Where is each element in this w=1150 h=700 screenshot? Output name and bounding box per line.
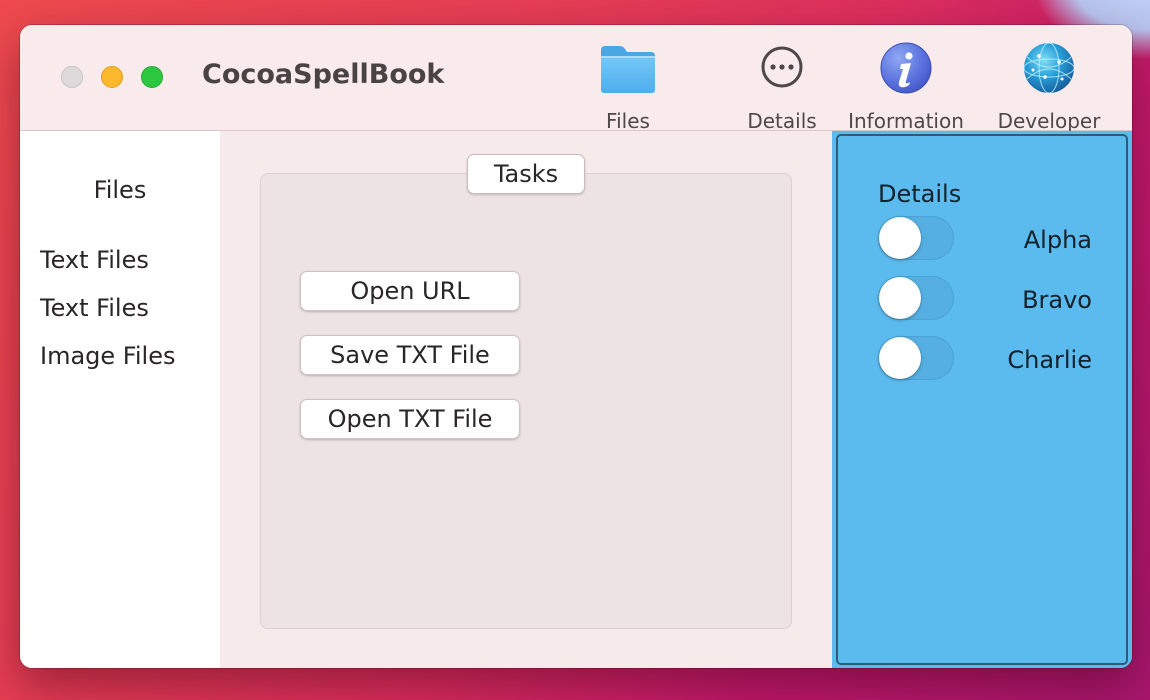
network-globe-icon (1019, 41, 1079, 101)
info-icon (876, 41, 936, 101)
toolbar-label-developer: Developer (997, 109, 1101, 133)
toolbar-item-information[interactable]: Information (836, 41, 976, 133)
sidebar-item-text-files-2[interactable]: Text Files (40, 294, 149, 322)
details-panel-border: Details Alpha Bravo Charlie (836, 134, 1128, 665)
sidebar-title: Files (93, 176, 147, 204)
sidebar-item-image-files[interactable]: Image Files (40, 342, 175, 370)
details-title: Details (878, 180, 962, 208)
open-txt-file-button[interactable]: Open TXT File (300, 399, 520, 439)
ellipsis-circle-icon (752, 41, 812, 101)
sidebar: Files Text Files Text Files Image Files (20, 131, 220, 668)
open-url-button[interactable]: Open URL (300, 271, 520, 311)
toolbar-label-information: Information (848, 109, 964, 133)
folder-icon (598, 41, 658, 101)
close-button[interactable] (61, 66, 83, 88)
charlie-toggle-label: Charlie (1007, 346, 1092, 374)
bravo-toggle[interactable] (878, 276, 954, 320)
window-title: CocoaSpellBook (202, 59, 445, 90)
main-content: Tasks Open URL Save TXT File Open TXT Fi… (220, 131, 832, 668)
toggle-knob (879, 337, 921, 379)
toolbar-item-developer[interactable]: Developer (986, 41, 1112, 133)
toolbar-label-details: Details (747, 109, 817, 133)
alpha-toggle-label: Alpha (1023, 226, 1092, 254)
app-window: CocoaSpellBook Files Details Information… (20, 25, 1132, 668)
alpha-toggle[interactable] (878, 216, 954, 260)
toolbar-item-files[interactable]: Files (588, 41, 668, 133)
save-txt-file-button[interactable]: Save TXT File (300, 335, 520, 375)
toggle-knob (879, 277, 921, 319)
minimize-button[interactable] (101, 66, 123, 88)
tasks-group-title: Tasks (467, 154, 585, 194)
title-bar: CocoaSpellBook Files Details Information… (20, 25, 1132, 133)
toggle-knob (879, 217, 921, 259)
bravo-toggle-label: Bravo (1022, 286, 1092, 314)
zoom-button[interactable] (141, 66, 163, 88)
toolbar-label-files: Files (606, 109, 650, 133)
sidebar-item-text-files[interactable]: Text Files (40, 246, 149, 274)
charlie-toggle[interactable] (878, 336, 954, 380)
toolbar-item-details[interactable]: Details (737, 41, 827, 133)
details-panel: Details Alpha Bravo Charlie (832, 131, 1132, 668)
